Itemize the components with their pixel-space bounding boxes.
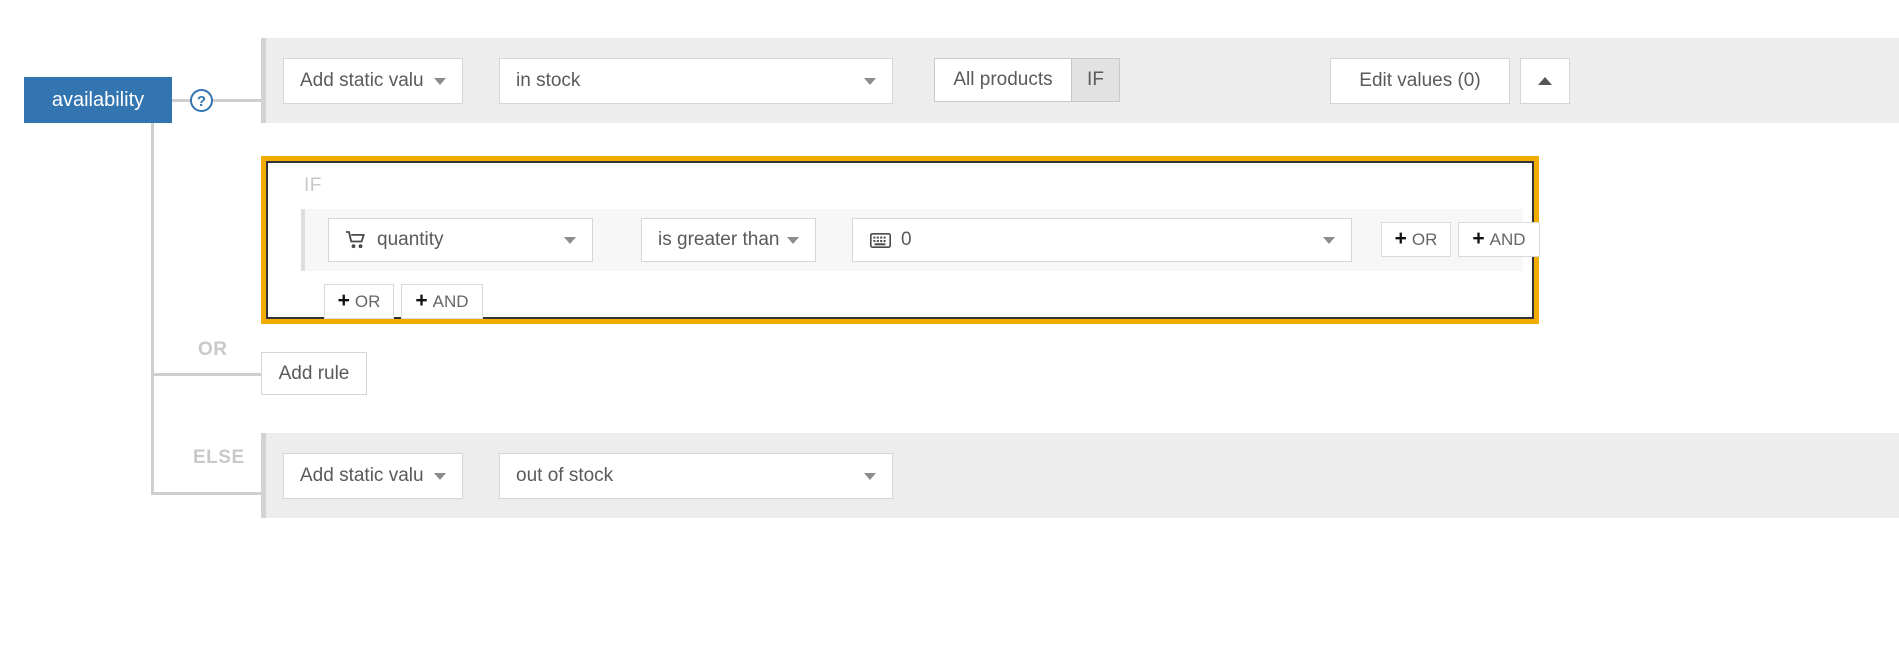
- plus-icon: +: [415, 289, 428, 312]
- chevron-up-icon: [1538, 77, 1552, 85]
- condition-field-select[interactable]: quantity: [328, 218, 593, 262]
- edit-values-label: Edit values (0): [1359, 70, 1481, 91]
- then-row-panel: Add static valu in stock All products IF…: [261, 38, 1899, 123]
- chevron-down-icon: [864, 472, 876, 480]
- chevron-down-icon: [434, 472, 446, 480]
- question-mark-icon[interactable]: ?: [190, 89, 213, 112]
- chevron-down-icon: [787, 236, 799, 244]
- condition-add-and-label: AND: [1489, 229, 1526, 249]
- connector-to-else-branch: [151, 492, 261, 495]
- group-add-and-label: AND: [432, 291, 469, 311]
- connector-trunk-vertical: [151, 99, 154, 495]
- chevron-down-icon: [564, 236, 576, 244]
- or-branch-label: OR: [198, 339, 228, 360]
- scope-toggle-if[interactable]: IF: [1071, 59, 1119, 101]
- plus-icon: +: [337, 289, 350, 312]
- else-static-value-source-label: Add static valu: [300, 465, 424, 486]
- if-condition-block: IF quantity is greater than 0 + OR + AND…: [261, 156, 1540, 324]
- then-value-select[interactable]: in stock: [499, 58, 893, 104]
- scope-toggle-all-products[interactable]: All products: [935, 59, 1071, 101]
- else-static-value-source-select[interactable]: Add static valu: [283, 453, 463, 499]
- condition-row-accent: [301, 209, 305, 271]
- condition-field-label: quantity: [377, 229, 444, 250]
- plus-icon: +: [1394, 227, 1407, 250]
- keyboard-icon: [869, 230, 891, 250]
- else-value-label: out of stock: [516, 465, 614, 486]
- condition-add-and-button[interactable]: + AND: [1458, 222, 1540, 257]
- condition-add-or-label: OR: [1411, 229, 1438, 249]
- condition-value-label: 0: [901, 229, 912, 250]
- group-add-or-button[interactable]: + OR: [324, 284, 394, 319]
- chevron-down-icon: [864, 77, 876, 85]
- condition-add-or-button[interactable]: + OR: [1381, 222, 1451, 257]
- chevron-down-icon: [1323, 236, 1335, 244]
- static-value-source-label: Add static valu: [300, 70, 424, 91]
- group-add-or-label: OR: [354, 291, 381, 311]
- scope-toggle-all-products-label: All products: [953, 69, 1053, 90]
- connector-to-then-row: [213, 99, 261, 102]
- condition-operator-select[interactable]: is greater than: [641, 218, 816, 262]
- condition-value-select[interactable]: 0: [852, 218, 1352, 262]
- plus-icon: +: [1472, 227, 1485, 250]
- if-block-label: IF: [304, 175, 322, 196]
- else-branch-label: ELSE: [193, 447, 245, 468]
- panel-accent-bar: [261, 433, 266, 518]
- if-condition-block-inner: IF quantity is greater than 0 + OR + AND…: [266, 161, 1540, 319]
- attribute-badge[interactable]: availability: [24, 77, 172, 123]
- collapse-section-button[interactable]: [1520, 58, 1570, 104]
- else-value-select[interactable]: out of stock: [499, 453, 893, 499]
- condition-row: quantity is greater than 0 + OR + AND: [301, 209, 1540, 271]
- shopping-cart-icon: [345, 230, 367, 250]
- scope-toggle-group[interactable]: All products IF: [934, 58, 1120, 102]
- then-value-label: in stock: [516, 70, 581, 91]
- scope-toggle-if-label: IF: [1087, 69, 1104, 90]
- add-rule-label: Add rule: [278, 362, 350, 384]
- panel-accent-bar: [261, 38, 266, 123]
- chevron-down-icon: [434, 77, 446, 85]
- condition-operator-label: is greater than: [658, 229, 780, 250]
- static-value-source-select[interactable]: Add static valu: [283, 58, 463, 104]
- connector-to-or-branch: [151, 373, 261, 376]
- attribute-name: availability: [51, 88, 145, 111]
- add-rule-button[interactable]: Add rule: [261, 352, 367, 395]
- else-row-panel: Add static valu out of stock: [261, 433, 1899, 518]
- connector-badge-to-help: [172, 99, 192, 102]
- edit-values-button[interactable]: Edit values (0): [1330, 58, 1510, 104]
- group-add-and-button[interactable]: + AND: [401, 284, 483, 319]
